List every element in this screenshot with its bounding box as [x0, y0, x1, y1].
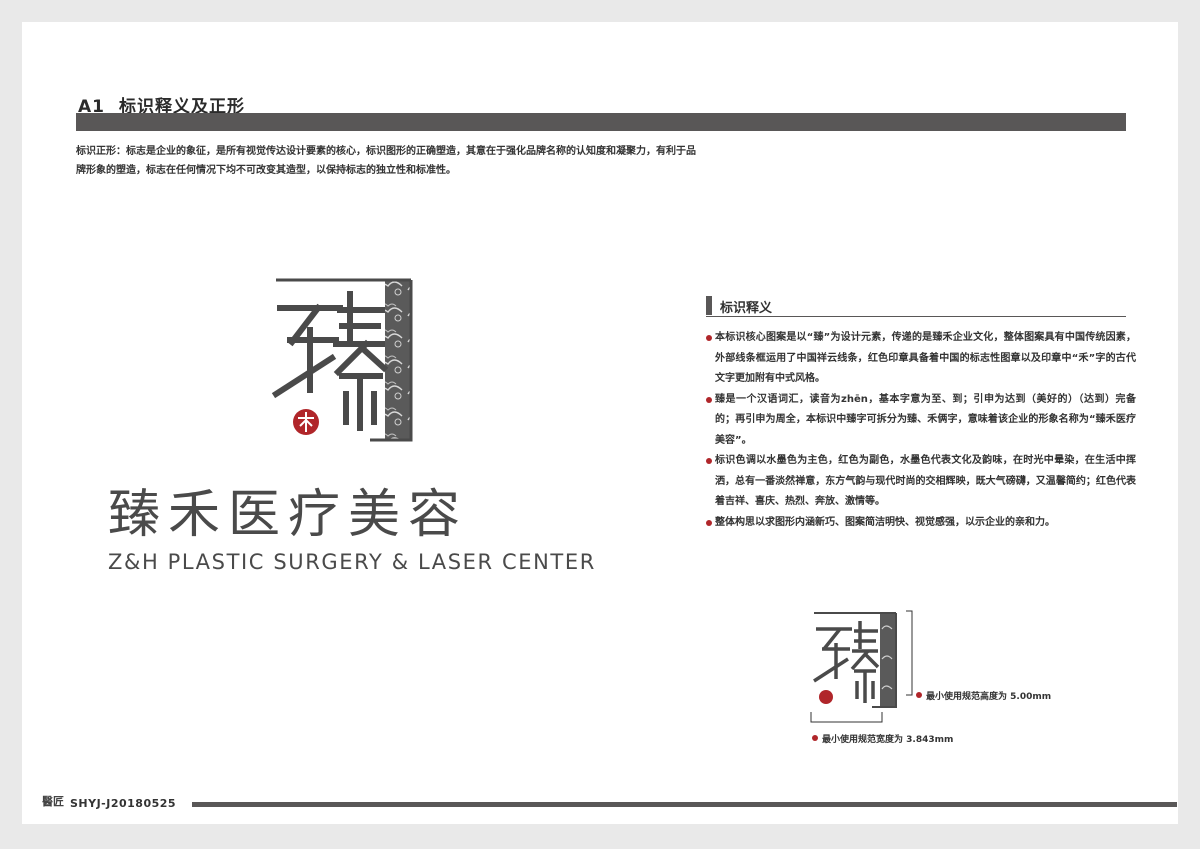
brand-logo-mark	[271, 278, 413, 442]
min-height-label: 最小使用规范高度为 5.00mm	[916, 689, 1051, 702]
panel-header-mark	[706, 296, 712, 315]
footer-brand-mark: 醫匠	[42, 795, 64, 808]
note-text: 臻是一个汉语词汇，读音为zhēn，基本字意为至、到；引申为达到（美好的）（达到）…	[715, 393, 1136, 446]
cloud-pattern-strip	[385, 280, 411, 440]
min-width-label: 最小使用规范宽度为 3.843mm	[812, 732, 953, 745]
bullet-dot-icon	[916, 692, 922, 698]
note-item: 臻是一个汉语词汇，读音为zhēn，基本字意为至、到；引申为达到（美好的）（达到）…	[706, 390, 1136, 452]
panel-title: 标识释义	[720, 301, 773, 316]
note-item: 整体构思以求图形内涵新巧、图案简洁明快、视觉感强，以示企业的亲和力。	[706, 513, 1136, 534]
panel-divider	[706, 316, 1126, 317]
note-text: 整体构思以求图形内涵新巧、图案简洁明快、视觉感强，以示企业的亲和力。	[715, 516, 1055, 528]
intro-paragraph: 标识正形：标志是企业的象征，是所有视觉传达设计要素的核心，标识图形的正确塑造，其…	[76, 146, 696, 176]
note-text: 本标识核心图案是以“臻”为设计元素，传递的是臻禾企业文化，整体图案具有中国传统因…	[715, 332, 1136, 384]
panel-header: 标识释义	[706, 296, 1126, 316]
note-item: 标识色调以水墨色为主色，红色为副色，水墨色代表文化及韵味，在时光中晕染，在生活中…	[706, 451, 1136, 513]
height-guide	[906, 610, 913, 696]
note-text: 标识色调以水墨色为主色，红色为副色，水墨色代表文化及韵味，在时光中晕染，在生活中…	[715, 455, 1136, 507]
bullet-dot-icon	[812, 735, 818, 741]
bullet-dot-icon	[706, 519, 712, 526]
width-guide	[810, 712, 883, 723]
brand-name-english: Z&H PLASTIC SURGERY & LASER CENTER	[108, 550, 596, 574]
footer-document-code: SHYJ-J20180525	[70, 797, 177, 810]
footer-rule	[192, 802, 1177, 807]
bullet-dot-icon	[706, 396, 712, 403]
heading-bar	[76, 113, 1126, 131]
bullet-dot-icon	[706, 335, 712, 341]
brand-name-chinese: 臻禾医疗美容	[108, 485, 469, 545]
meaning-notes: 本标识核心图案是以“臻”为设计元素，传递的是臻禾企业文化，整体图案具有中国传统因…	[706, 328, 1136, 533]
note-item: 本标识核心图案是以“臻”为设计元素，传递的是臻禾企业文化，整体图案具有中国传统因…	[706, 328, 1136, 390]
glyph-zhen-strokes	[271, 291, 389, 431]
bullet-dot-icon	[706, 458, 712, 464]
